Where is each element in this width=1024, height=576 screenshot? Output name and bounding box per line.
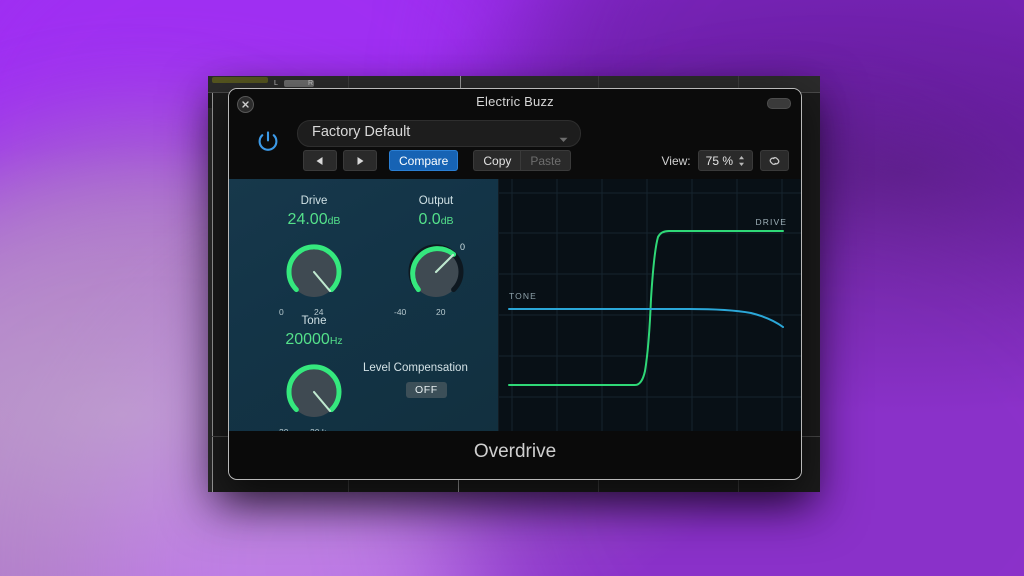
output-dial[interactable]: 0: [400, 236, 478, 317]
tone-dial-glyph: [286, 364, 342, 417]
tone-value: 20000Hz: [259, 331, 369, 349]
level-compensation-toggle[interactable]: OFF: [406, 382, 447, 398]
link-chain-icon[interactable]: [760, 150, 789, 171]
copy-button[interactable]: Copy: [473, 150, 521, 171]
drive-knob-group[interactable]: Drive 24.00dB 0 24: [259, 195, 369, 317]
drive-value: 24.00dB: [259, 211, 369, 229]
daw-channel-strip: [212, 77, 268, 83]
screen: L R Electric Buzz Factory Default Compar…: [0, 0, 1024, 576]
power-icon[interactable]: [251, 125, 285, 159]
plugin-window[interactable]: Electric Buzz Factory Default Compare Co…: [228, 88, 802, 480]
output-max-label: 20: [436, 307, 446, 317]
plugin-titlebar[interactable]: Electric Buzz: [229, 89, 801, 117]
prev-glyph: [316, 156, 323, 165]
plugin-body: Drive 24.00dB 0 24 Output 0.0dB 0 -40 20…: [229, 179, 801, 437]
triangle-left-icon[interactable]: [303, 150, 337, 171]
output-value: 0.0dB: [381, 211, 491, 229]
next-glyph: [357, 156, 364, 165]
plugin-title: Electric Buzz: [476, 94, 554, 109]
compare-button[interactable]: Compare: [389, 150, 459, 171]
drive-dial-glyph: [286, 244, 342, 297]
view-controls: View: 75 %: [661, 150, 789, 171]
drive-dial[interactable]: [278, 236, 350, 313]
level-compensation-label: Level Compensation: [363, 362, 468, 374]
pill-resize-icon[interactable]: [767, 98, 791, 109]
view-zoom-value: 75 %: [705, 153, 733, 168]
graph-panel[interactable]: DRIVE TONE: [498, 179, 801, 431]
plugin-header: Factory Default Compare Copy Paste View:…: [229, 117, 801, 179]
knob-panel: Drive 24.00dB 0 24 Output 0.0dB 0 -40 20…: [229, 179, 498, 437]
drive-curve-label: DRIVE: [755, 217, 787, 227]
tone-dial[interactable]: [278, 356, 350, 433]
output-min-label: -40: [394, 307, 407, 317]
drive-value-number: 24.00: [287, 211, 328, 228]
plugin-footer: Overdrive: [229, 431, 801, 477]
power-glyph: [258, 131, 278, 151]
preset-dropdown[interactable]: Factory Default: [297, 120, 581, 147]
stepper-updown-icon[interactable]: [738, 155, 745, 167]
transport-preset-row: Compare Copy Paste: [303, 150, 572, 171]
view-zoom-stepper[interactable]: 75 %: [697, 150, 753, 171]
triangle-right-icon[interactable]: [343, 150, 377, 171]
output-dial-glyph: 0: [408, 242, 465, 297]
link-glyph: [769, 156, 780, 165]
tone-value-number: 20000: [285, 331, 330, 348]
paste-button: Paste: [520, 150, 572, 171]
output-unit: dB: [440, 215, 454, 227]
drive-unit: dB: [327, 215, 341, 227]
tone-unit: Hz: [329, 335, 343, 347]
drive-label: Drive: [300, 195, 328, 207]
plugin-name: Overdrive: [473, 441, 557, 462]
copy-paste-group: Copy Paste: [473, 150, 572, 171]
chevron-glyph: [559, 137, 568, 142]
view-label: View:: [661, 153, 691, 168]
output-knob-group[interactable]: Output 0.0dB 0 -40 20: [381, 195, 491, 317]
chevron-down-icon[interactable]: [559, 130, 568, 148]
tone-knob-group[interactable]: Tone 20000Hz 20 20 k: [259, 315, 369, 437]
tone-label: Tone: [301, 315, 327, 327]
preset-value: Factory Default: [312, 124, 411, 140]
output-label: Output: [418, 195, 454, 207]
tone-curve-label: TONE: [509, 291, 537, 301]
output-value-number: 0.0: [418, 211, 441, 228]
output-center-label: 0: [460, 242, 465, 252]
